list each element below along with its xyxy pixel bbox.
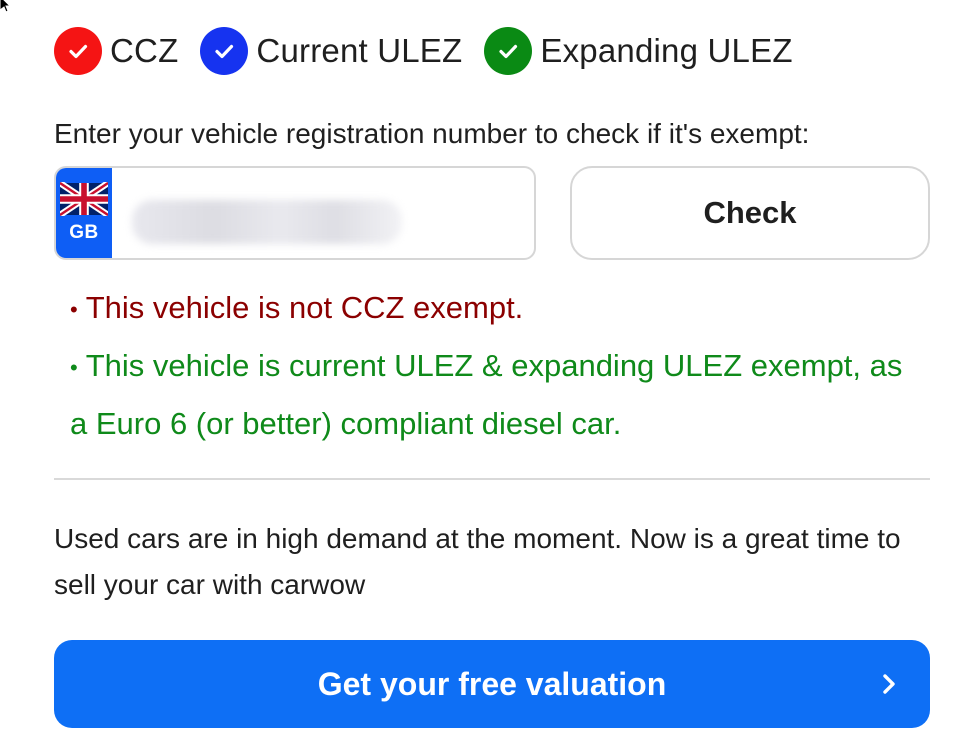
- country-strip: GB: [56, 168, 112, 258]
- chevron-right-icon: [883, 674, 895, 694]
- redacted-registration: [132, 200, 402, 244]
- zone-legend: CCZ Current ULEZ Expanding ULEZ: [54, 26, 793, 76]
- get-valuation-button[interactable]: Get your free valuation: [54, 640, 930, 728]
- result-ulez: • This vehicle is current ULEZ & expandin…: [70, 338, 910, 452]
- get-valuation-label: Get your free valuation: [317, 665, 667, 702]
- registration-prompt: Enter your vehicle registration number t…: [54, 118, 810, 149]
- zone-label-expanding-ulez: Expanding ULEZ: [540, 32, 793, 69]
- divider: [54, 478, 930, 480]
- zone-label-ccz: CCZ: [110, 32, 179, 69]
- exemption-results: • This vehicle is not CCZ exempt. • This v…: [70, 280, 910, 452]
- check-icon: [484, 27, 533, 75]
- zone-ccz: CCZ: [54, 27, 178, 75]
- bullet-icon: •: [70, 296, 78, 322]
- check-button[interactable]: Check: [570, 166, 930, 260]
- zone-current-ulez: Current ULEZ: [200, 27, 462, 75]
- zone-label-current-ulez: Current ULEZ: [256, 32, 463, 69]
- bullet-icon: •: [70, 354, 78, 380]
- ulez-checker-widget: CCZ Current ULEZ Expanding ULEZ Enter yo…: [0, 0, 970, 752]
- mouse-cursor-icon: [0, 0, 12, 12]
- result-ccz-text: This vehicle is not CCZ exempt.: [85, 290, 524, 325]
- check-icon: [200, 27, 249, 75]
- check-icon: [54, 27, 102, 75]
- result-ccz: • This vehicle is not CCZ exempt.: [70, 280, 910, 338]
- promo-text: Used cars are in high demand at the mome…: [54, 523, 901, 600]
- uk-flag-icon: [60, 182, 108, 216]
- country-code: GB: [69, 222, 99, 243]
- zone-expanding-ulez: Expanding ULEZ: [484, 27, 792, 75]
- result-ulez-text: This vehicle is current ULEZ & expanding…: [70, 347, 903, 441]
